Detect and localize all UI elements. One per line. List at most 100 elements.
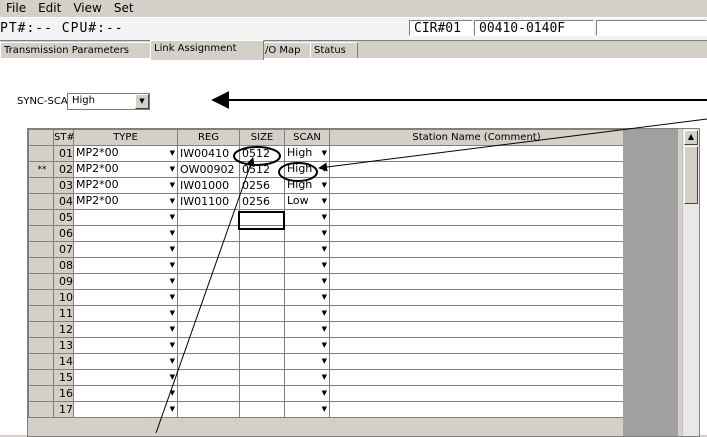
menu-view[interactable]: View [67,0,107,17]
reg-cell[interactable] [177,225,240,242]
type-select[interactable]: ▼ [73,209,178,226]
scan-select[interactable]: ▼ [284,385,330,402]
sync-scan-select[interactable]: High ▼ [67,93,150,110]
scan-select[interactable]: High ▼ [284,177,330,194]
type-select[interactable]: ▼ [73,241,178,258]
dropdown-arrow-icon[interactable]: ▼ [170,165,175,173]
dropdown-arrow-icon[interactable]: ▼ [170,197,175,205]
size-cell[interactable] [239,225,285,242]
scroll-up-arrow-icon[interactable]: ▲ [684,130,698,145]
dropdown-arrow-icon[interactable]: ▼ [170,149,175,157]
type-select[interactable]: ▼ [73,337,178,354]
dropdown-arrow-icon[interactable]: ▼ [170,245,175,253]
type-select[interactable]: ▼ [73,257,178,274]
station-name-cell[interactable] [329,321,624,338]
dropdown-arrow-icon[interactable]: ▼ [322,229,327,237]
station-name-cell[interactable] [329,241,624,258]
dropdown-arrow-icon[interactable]: ▼ [170,309,175,317]
reg-cell[interactable] [177,353,240,370]
scan-select[interactable]: ▼ [284,401,330,418]
scan-select[interactable]: ▼ [284,225,330,242]
station-name-cell[interactable] [329,193,624,210]
dropdown-arrow-icon[interactable]: ▼ [322,261,327,269]
station-name-cell[interactable] [329,161,624,178]
dropdown-arrow-icon[interactable]: ▼ [322,309,327,317]
type-select[interactable]: ▼ [73,305,178,322]
station-name-cell[interactable] [329,385,624,402]
size-cell[interactable] [239,369,285,386]
scan-select[interactable]: ▼ [284,241,330,258]
scan-select[interactable]: ▼ [284,337,330,354]
reg-cell[interactable] [177,337,240,354]
dropdown-arrow-icon[interactable]: ▼ [135,94,149,109]
scan-select[interactable]: ▼ [284,273,330,290]
scan-select[interactable]: ▼ [284,305,330,322]
size-cell[interactable]: 0512 [239,161,285,178]
dropdown-arrow-icon[interactable]: ▼ [322,149,327,157]
reg-cell[interactable] [177,289,240,306]
menu-edit[interactable]: Edit [32,0,67,17]
station-name-cell[interactable] [329,337,624,354]
reg-cell[interactable]: OW00902 [177,161,240,178]
size-cell[interactable] [239,273,285,290]
size-cell[interactable] [239,401,285,418]
station-name-cell[interactable] [329,353,624,370]
dropdown-arrow-icon[interactable]: ▼ [322,405,327,413]
dropdown-arrow-icon[interactable]: ▼ [170,405,175,413]
scan-select[interactable]: ▼ [284,257,330,274]
dropdown-arrow-icon[interactable]: ▼ [170,213,175,221]
dropdown-arrow-icon[interactable]: ▼ [322,245,327,253]
dropdown-arrow-icon[interactable]: ▼ [322,389,327,397]
station-name-cell[interactable] [329,209,624,226]
station-name-cell[interactable] [329,177,624,194]
dropdown-arrow-icon[interactable]: ▼ [322,277,327,285]
reg-cell[interactable] [177,385,240,402]
size-cell[interactable] [239,353,285,370]
type-select[interactable]: MP2*00 ▼ [73,177,178,194]
reg-cell[interactable] [177,321,240,338]
dropdown-arrow-icon[interactable]: ▼ [170,389,175,397]
vertical-scrollbar[interactable]: ▲ [682,129,699,436]
station-name-cell[interactable] [329,145,624,162]
size-cell[interactable] [239,321,285,338]
reg-cell[interactable]: IW00410 [177,145,240,162]
type-select[interactable]: ▼ [73,225,178,242]
reg-cell[interactable] [177,305,240,322]
station-name-cell[interactable] [329,305,624,322]
size-cell[interactable]: 0512 [239,145,285,162]
dropdown-arrow-icon[interactable]: ▼ [170,357,175,365]
dropdown-arrow-icon[interactable]: ▼ [170,325,175,333]
scan-select[interactable]: ▼ [284,369,330,386]
type-select[interactable]: MP2*00 ▼ [73,193,178,210]
menu-file[interactable]: File [0,0,32,17]
size-cell[interactable] [239,257,285,274]
reg-cell[interactable] [177,209,240,226]
station-name-cell[interactable] [329,225,624,242]
reg-cell[interactable]: IW01000 [177,177,240,194]
size-cell[interactable] [239,289,285,306]
size-cell[interactable] [239,385,285,402]
dropdown-arrow-icon[interactable]: ▼ [170,261,175,269]
scan-select[interactable]: ▼ [284,289,330,306]
tab-status[interactable]: Status [310,42,358,59]
station-name-cell[interactable] [329,273,624,290]
reg-cell[interactable] [177,401,240,418]
reg-cell[interactable] [177,241,240,258]
scan-select[interactable]: Low ▼ [284,193,330,210]
type-select[interactable]: ▼ [73,401,178,418]
dropdown-arrow-icon[interactable]: ▼ [322,293,327,301]
dropdown-arrow-icon[interactable]: ▼ [322,213,327,221]
dropdown-arrow-icon[interactable]: ▼ [322,325,327,333]
scan-select[interactable]: High ▼ [284,145,330,162]
dropdown-arrow-icon[interactable]: ▼ [322,181,327,189]
type-select[interactable]: ▼ [73,273,178,290]
type-select[interactable]: MP2*00 ▼ [73,161,178,178]
scan-select[interactable]: High ▼ [284,161,330,178]
reg-cell[interactable] [177,369,240,386]
dropdown-arrow-icon[interactable]: ▼ [322,165,327,173]
scan-select[interactable]: ▼ [284,353,330,370]
type-select[interactable]: ▼ [73,289,178,306]
station-name-cell[interactable] [329,401,624,418]
dropdown-arrow-icon[interactable]: ▼ [322,197,327,205]
dropdown-arrow-icon[interactable]: ▼ [322,341,327,349]
